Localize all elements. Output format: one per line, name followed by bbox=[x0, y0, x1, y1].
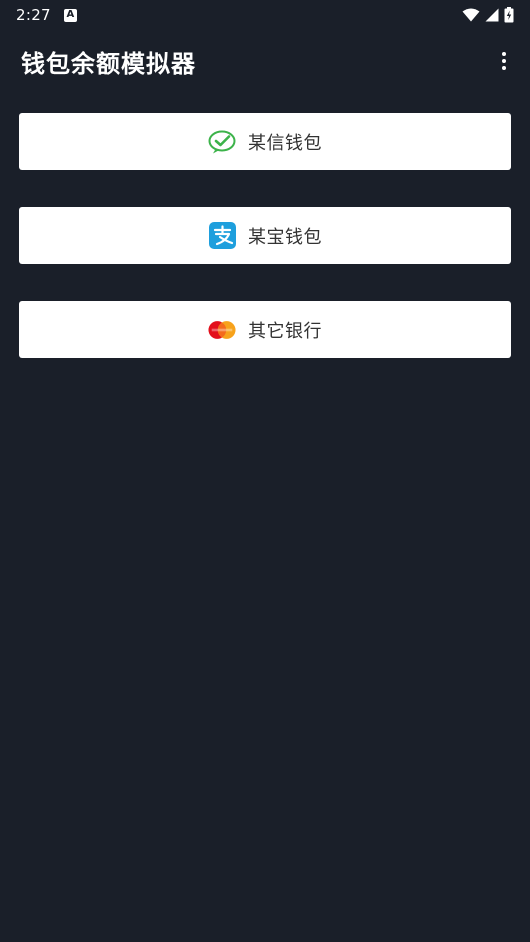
wallet-card-bank[interactable]: 其它银行 bbox=[19, 301, 511, 358]
wallet-label: 某信钱包 bbox=[248, 132, 322, 154]
wallet-label: 其它银行 bbox=[248, 320, 322, 342]
status-time: 2:27 bbox=[16, 6, 51, 24]
overflow-dot bbox=[502, 59, 506, 63]
wallet-card-alipay[interactable]: 某宝钱包 bbox=[19, 207, 511, 264]
overflow-dot bbox=[502, 66, 506, 70]
screen: 2:27 A 钱包余额模拟器 某信钱包 某宝钱包 其它银行 bbox=[0, 0, 530, 942]
wallet-label: 某宝钱包 bbox=[248, 226, 322, 248]
app-title: 钱包余额模拟器 bbox=[21, 49, 196, 78]
overflow-dot bbox=[502, 52, 506, 56]
status-icons bbox=[462, 7, 514, 23]
alipay-icon bbox=[208, 222, 236, 250]
wallet-list: 某信钱包 某宝钱包 其它银行 bbox=[19, 113, 511, 395]
mastercard-icon bbox=[208, 316, 236, 344]
app-bar: 钱包余额模拟器 bbox=[0, 30, 530, 92]
more-vert-icon[interactable] bbox=[492, 41, 516, 81]
notification-glyph: A bbox=[66, 9, 75, 20]
notification-icon: A bbox=[63, 8, 77, 22]
battery-charging-icon bbox=[504, 7, 514, 23]
wifi-icon bbox=[462, 8, 480, 22]
status-bar: 2:27 A bbox=[0, 0, 530, 30]
wechat-pay-icon bbox=[208, 128, 236, 156]
cellular-signal-icon bbox=[485, 8, 499, 22]
wallet-card-wechat[interactable]: 某信钱包 bbox=[19, 113, 511, 170]
